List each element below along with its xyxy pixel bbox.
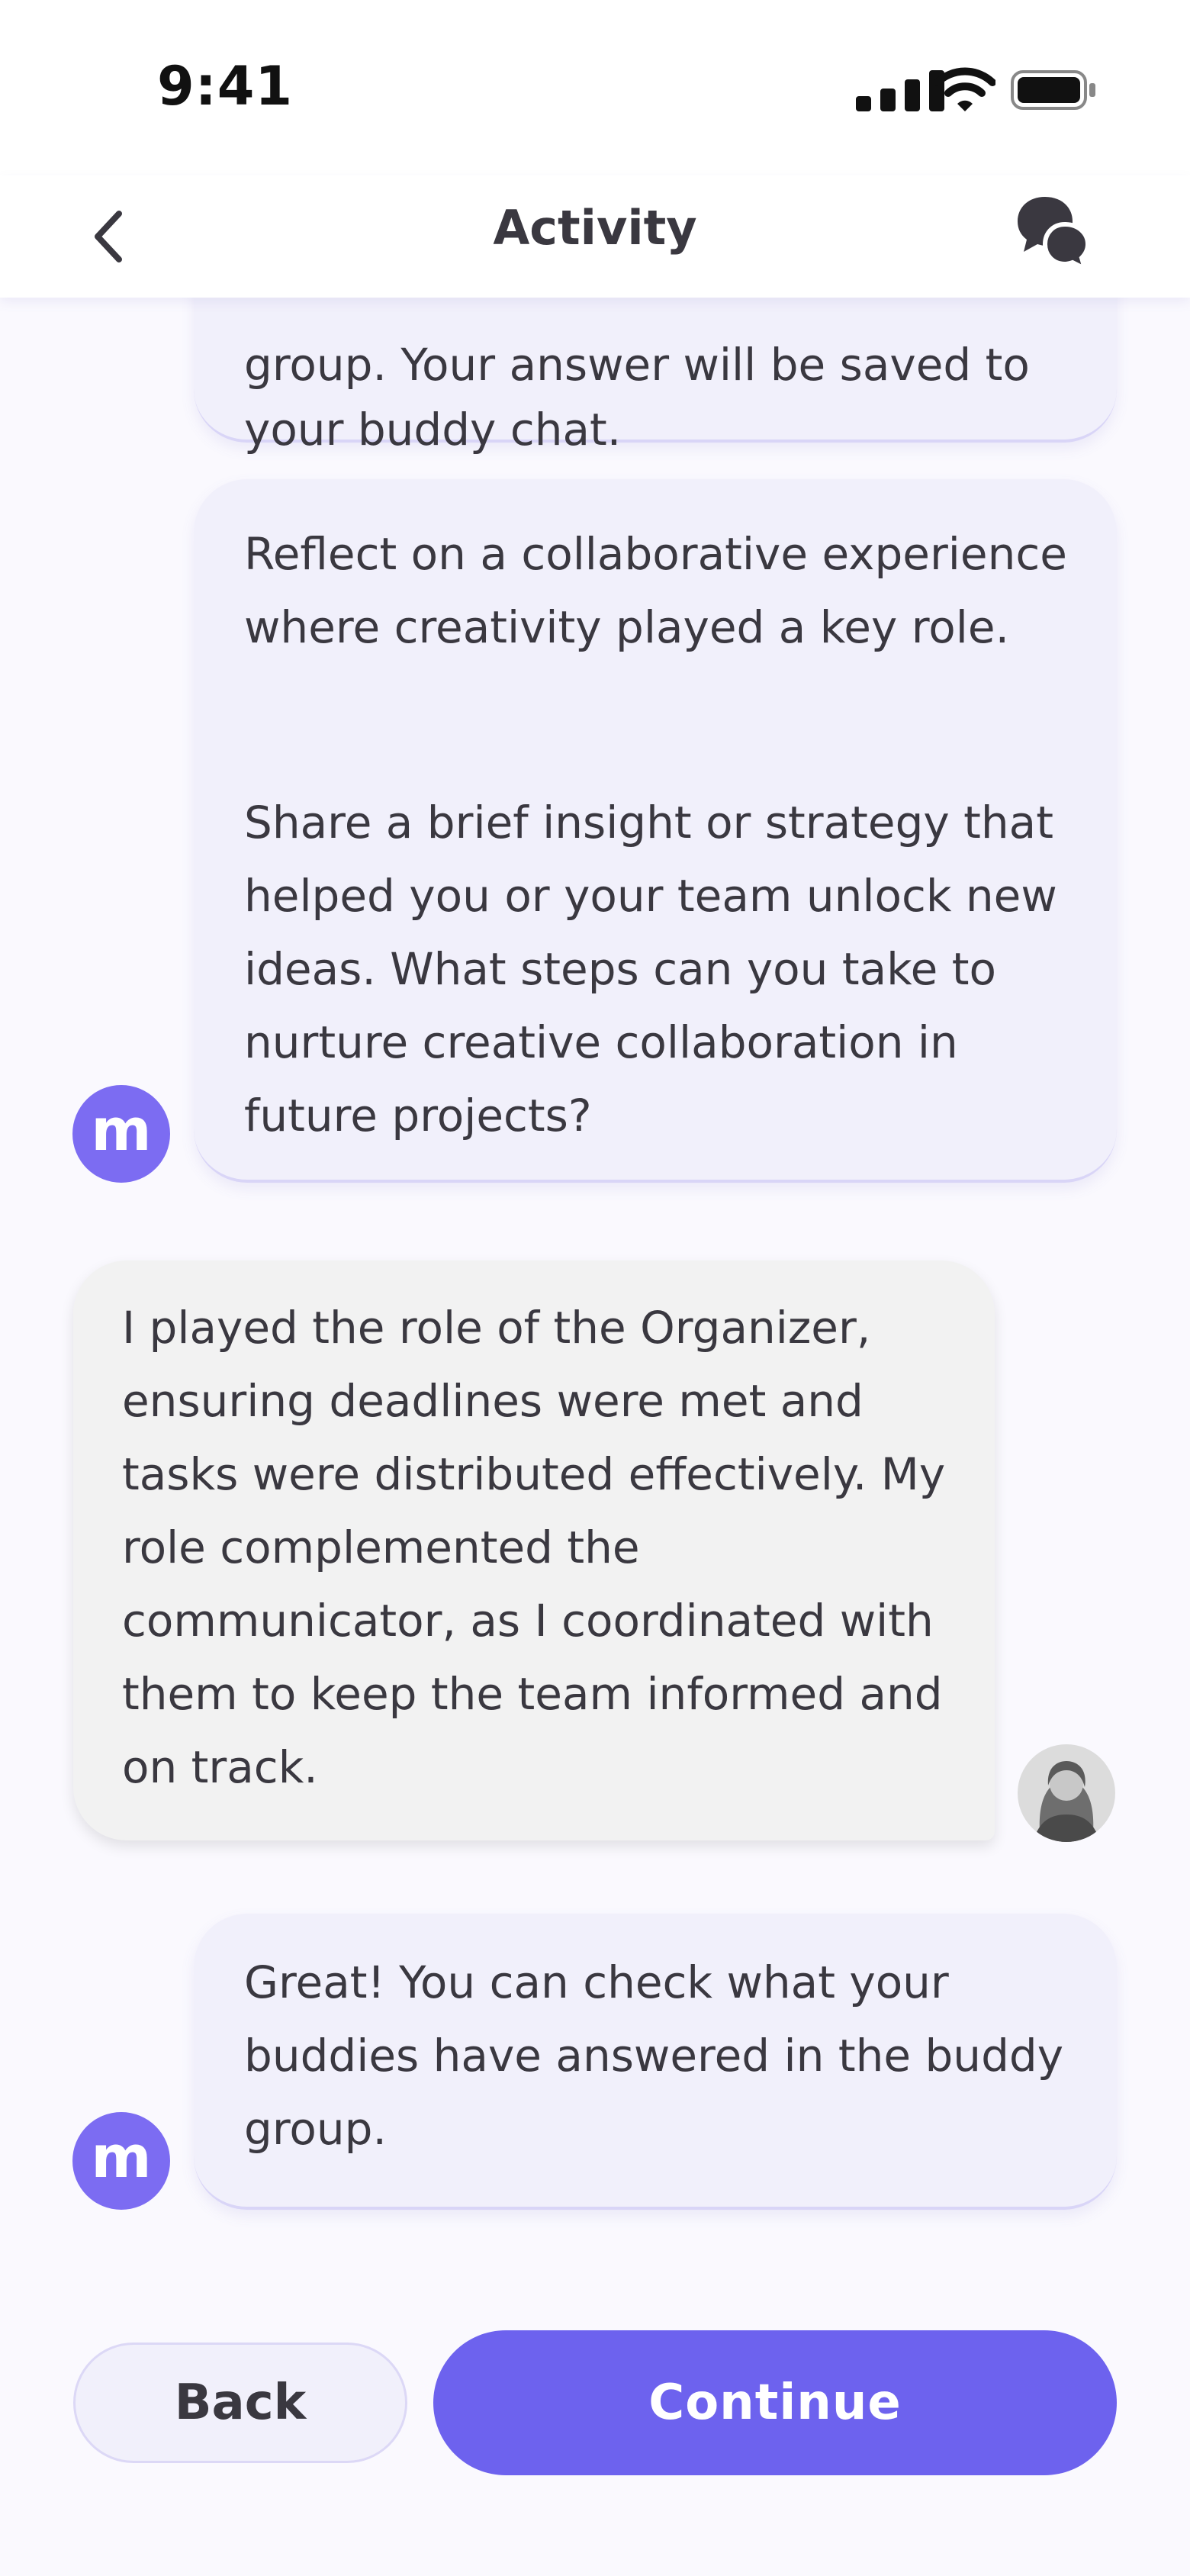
bottom-action-bar: Back Continue (0, 2327, 1190, 2576)
wifi-icon (934, 67, 995, 111)
status-time: 9:41 (157, 55, 294, 118)
top-nav-bar: Activity (0, 175, 1190, 298)
message-text: I played the role of the Organizer, ensu… (122, 1302, 946, 1793)
battery-icon (1011, 70, 1095, 110)
chat-bubbles-icon[interactable] (1015, 191, 1091, 273)
message-line: group. Your answer will be saved to (244, 339, 1030, 391)
message-paragraph: Share a brief insight or strategy that h… (244, 797, 1057, 1141)
message-paragraph: Reflect on a collaborative experience wh… (244, 528, 1067, 653)
bot-message-bubble: group. Your answer will be saved to your… (194, 298, 1117, 456)
chat-thread: group. Your answer will be saved to your… (0, 298, 1190, 2327)
back-button[interactable]: Back (73, 2343, 407, 2463)
bot-message-bubble: Great! You can check what your buddies h… (194, 1914, 1117, 2210)
page-title: Activity (493, 200, 697, 256)
bot-message-bubble: Reflect on a collaborative experience wh… (194, 479, 1117, 1183)
bot-avatar: m (72, 2112, 170, 2210)
user-photo-icon (1018, 1744, 1115, 1842)
message-line: your buddy chat. (244, 404, 622, 456)
user-avatar (1018, 1744, 1115, 1842)
status-bar: 9:41 (0, 0, 1190, 175)
bot-avatar: m (72, 1085, 170, 1183)
user-message-bubble: I played the role of the Organizer, ensu… (73, 1261, 995, 1840)
continue-button[interactable]: Continue (433, 2330, 1117, 2475)
message-text: Great! You can check what your buddies h… (244, 1956, 1064, 2155)
